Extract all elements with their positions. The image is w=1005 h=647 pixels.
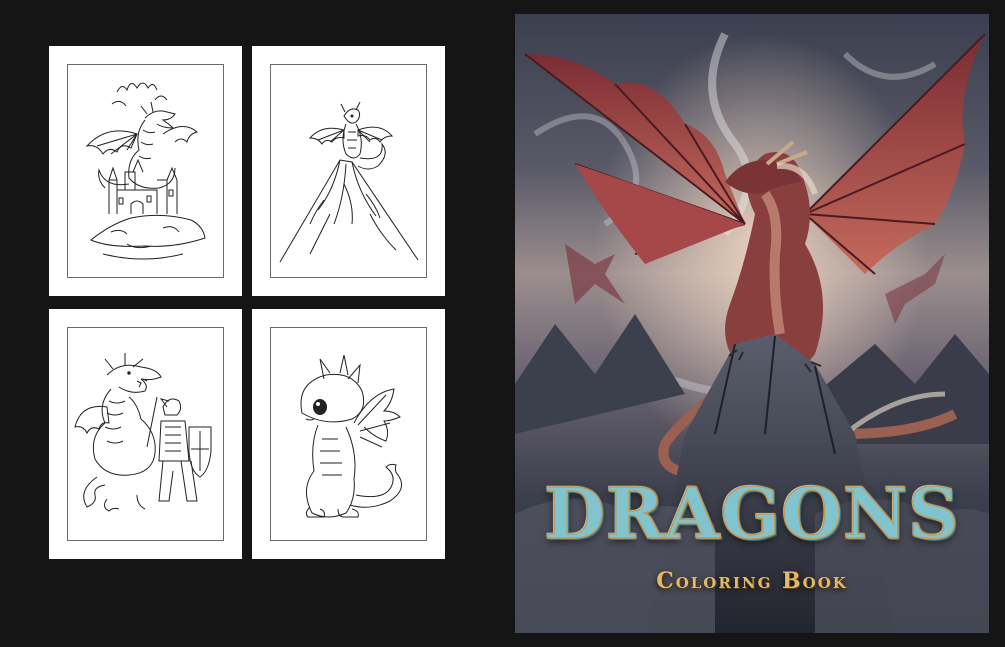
cover-subtitle: Coloring Book xyxy=(656,568,848,594)
cover-title: DRAGONS xyxy=(544,471,960,556)
coloring-page-baby-dragon xyxy=(252,309,445,559)
coloring-page-dragon-castle xyxy=(49,46,242,296)
coloring-page-dragon-knight xyxy=(49,309,242,559)
coloring-page-dragon-mountain xyxy=(252,46,445,296)
dragon-knight-illustration xyxy=(74,353,212,512)
baby-dragon-illustration xyxy=(300,354,403,518)
book-cover: DRAGONS Coloring Book xyxy=(515,14,989,633)
dragon-mountain-illustration xyxy=(279,101,419,263)
dragon-castle-illustration xyxy=(85,82,206,260)
